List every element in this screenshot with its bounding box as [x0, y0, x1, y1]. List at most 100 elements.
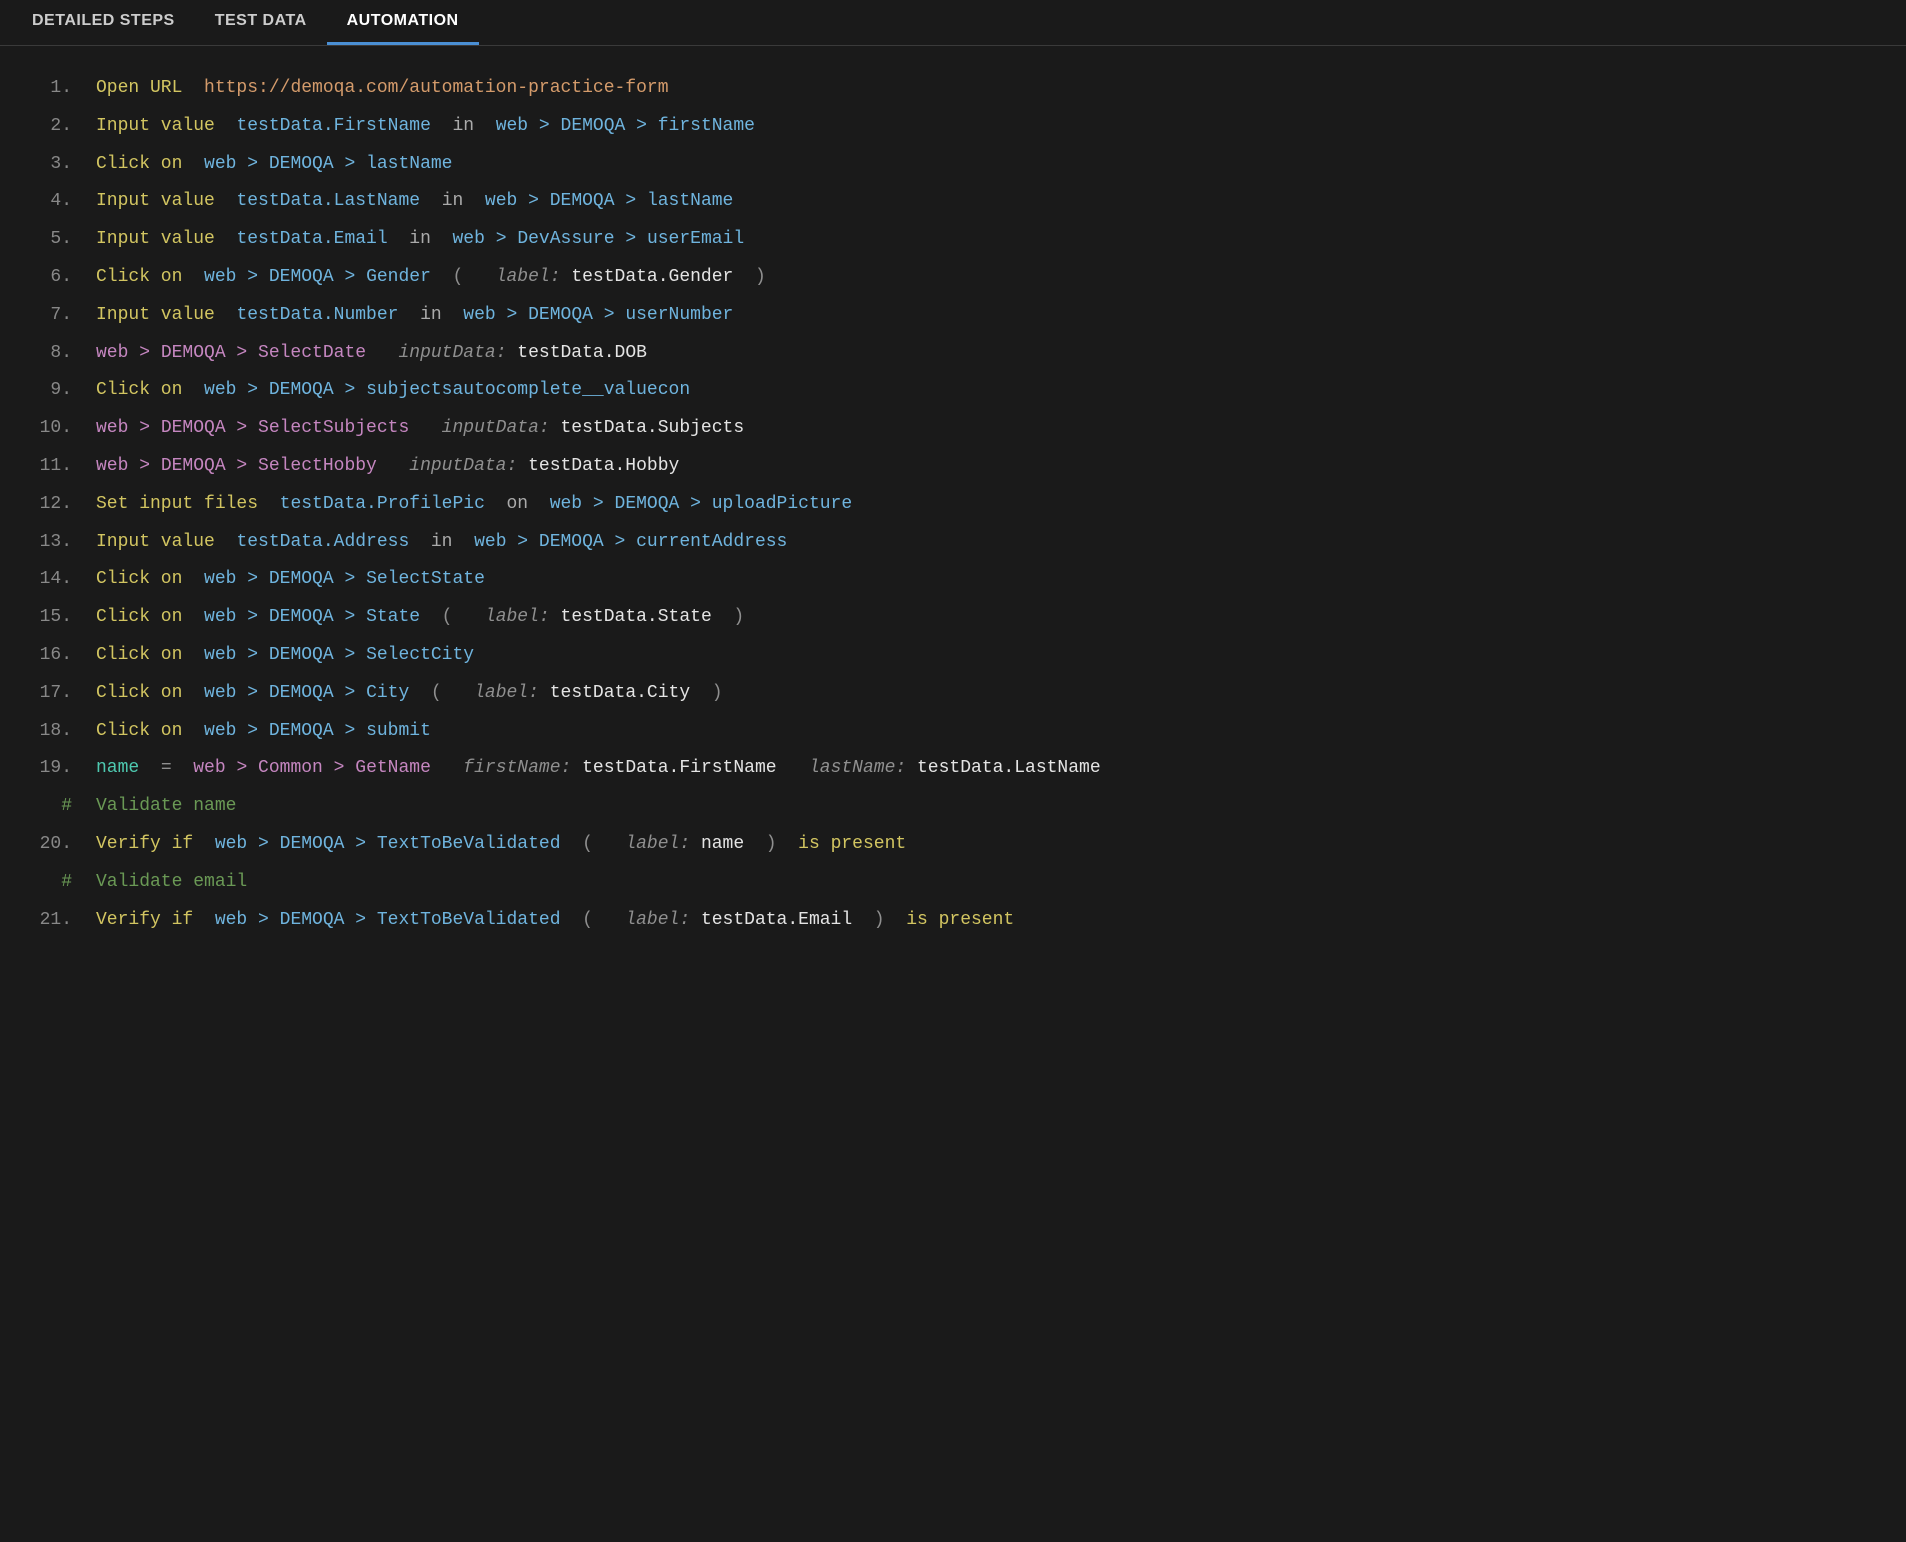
code-editor[interactable]: 1.Open URL https://demoqa.com/automation…: [0, 46, 1906, 951]
token: Click on: [96, 675, 182, 713]
comment-line[interactable]: #Validate email: [12, 864, 1894, 902]
token: >: [593, 297, 625, 335]
code-line[interactable]: 18.Click on web > DEMOQA > submit: [12, 713, 1894, 751]
token: >: [679, 486, 711, 524]
token: uploadPicture: [712, 486, 852, 524]
token: [193, 902, 215, 940]
line-number: 2.: [12, 108, 96, 146]
token: >: [625, 108, 657, 146]
token: >: [344, 826, 376, 864]
code-line[interactable]: 7.Input value testData.Number in web > D…: [12, 297, 1894, 335]
token: >: [582, 486, 614, 524]
token: [420, 183, 442, 221]
token: testData.Gender: [571, 259, 733, 297]
token: Validate name: [96, 788, 236, 826]
token: [215, 221, 237, 259]
token: DEMOQA: [280, 902, 345, 940]
token: [182, 372, 204, 410]
line-content: Verify if web > DEMOQA > TextToBeValidat…: [96, 902, 1014, 940]
token: testData.Address: [236, 524, 409, 562]
code-line[interactable]: 21.Verify if web > DEMOQA > TextToBeVali…: [12, 902, 1894, 940]
line-content: Input value testData.LastName in web > D…: [96, 183, 733, 221]
token: web: [96, 448, 128, 486]
line-content: Click on web > DEMOQA > subjectsautocomp…: [96, 372, 690, 410]
token: DEMOQA: [550, 183, 615, 221]
line-number: 8.: [12, 335, 96, 373]
token: >: [334, 372, 366, 410]
code-line[interactable]: 8.web > DEMOQA > SelectDate inputData: t…: [12, 335, 1894, 373]
code-line[interactable]: 6.Click on web > DEMOQA > Gender ( label…: [12, 259, 1894, 297]
token: >: [236, 713, 268, 751]
token: SelectDate: [258, 335, 366, 373]
token: DEMOQA: [539, 524, 604, 562]
token: >: [334, 146, 366, 184]
code-line[interactable]: 13.Input value testData.Address in web >…: [12, 524, 1894, 562]
token: >: [247, 902, 279, 940]
line-number: 21.: [12, 902, 96, 940]
token: web: [204, 599, 236, 637]
line-content: Open URL https://demoqa.com/automation-p…: [96, 70, 669, 108]
token: >: [615, 221, 647, 259]
token: [215, 183, 237, 221]
line-content: Validate email: [96, 864, 247, 902]
code-line[interactable]: 12.Set input files testData.ProfilePic o…: [12, 486, 1894, 524]
token: web: [204, 637, 236, 675]
token: web: [215, 902, 247, 940]
token: on: [506, 486, 528, 524]
token: [215, 524, 237, 562]
tab-automation[interactable]: AUTOMATION: [327, 0, 479, 45]
token: [452, 524, 474, 562]
token: is present: [895, 902, 1014, 940]
code-line[interactable]: 9.Click on web > DEMOQA > subjectsautoco…: [12, 372, 1894, 410]
code-line[interactable]: 5.Input value testData.Email in web > De…: [12, 221, 1894, 259]
code-line[interactable]: 4.Input value testData.LastName in web >…: [12, 183, 1894, 221]
token: SelectState: [366, 561, 485, 599]
tab-test-data[interactable]: TEST DATA: [195, 0, 327, 45]
token: testData.City: [550, 675, 690, 713]
code-line[interactable]: 19.name = web > Common > GetName firstNa…: [12, 750, 1894, 788]
token: DEMOQA: [269, 713, 334, 751]
token: >: [344, 902, 376, 940]
code-line[interactable]: 14.Click on web > DEMOQA > SelectState: [12, 561, 1894, 599]
token: Click on: [96, 146, 182, 184]
token: in: [442, 183, 464, 221]
code-line[interactable]: 1.Open URL https://demoqa.com/automation…: [12, 70, 1894, 108]
token: inputData:: [388, 335, 518, 373]
code-line[interactable]: 17.Click on web > DEMOQA > City ( label:…: [12, 675, 1894, 713]
line-number: 9.: [12, 372, 96, 410]
code-line[interactable]: 15.Click on web > DEMOQA > State ( label…: [12, 599, 1894, 637]
token: State: [366, 599, 420, 637]
token: >: [334, 637, 366, 675]
code-line[interactable]: 11.web > DEMOQA > SelectHobby inputData:…: [12, 448, 1894, 486]
token: web: [204, 146, 236, 184]
token: web: [96, 335, 128, 373]
token: DEMOQA: [269, 561, 334, 599]
token: DEMOQA: [615, 486, 680, 524]
token: testData.Subjects: [561, 410, 745, 448]
token: DEMOQA: [528, 297, 593, 335]
token: >: [604, 524, 636, 562]
code-line[interactable]: 20.Verify if web > DEMOQA > TextToBeVali…: [12, 826, 1894, 864]
token: testData.Number: [236, 297, 398, 335]
token: DEMOQA: [269, 599, 334, 637]
token: (: [409, 675, 452, 713]
code-line[interactable]: 3.Click on web > DEMOQA > lastName: [12, 146, 1894, 184]
token: Set input files: [96, 486, 258, 524]
code-line[interactable]: 2.Input value testData.FirstName in web …: [12, 108, 1894, 146]
token: Input value: [96, 297, 215, 335]
comment-line[interactable]: #Validate name: [12, 788, 1894, 826]
code-line[interactable]: 16.Click on web > DEMOQA > SelectCity: [12, 637, 1894, 675]
token: Click on: [96, 637, 182, 675]
token: [442, 297, 464, 335]
tab-detailed-steps[interactable]: DETAILED STEPS: [12, 0, 195, 45]
token: (: [561, 902, 604, 940]
code-line[interactable]: 10.web > DEMOQA > SelectSubjects inputDa…: [12, 410, 1894, 448]
line-content: Click on web > DEMOQA > submit: [96, 713, 431, 751]
token: [409, 524, 431, 562]
token: web: [204, 675, 236, 713]
token: DEMOQA: [269, 372, 334, 410]
token: currentAddress: [636, 524, 787, 562]
token: web: [204, 372, 236, 410]
token: DEMOQA: [161, 410, 226, 448]
line-content: Click on web > DEMOQA > Gender ( label: …: [96, 259, 766, 297]
